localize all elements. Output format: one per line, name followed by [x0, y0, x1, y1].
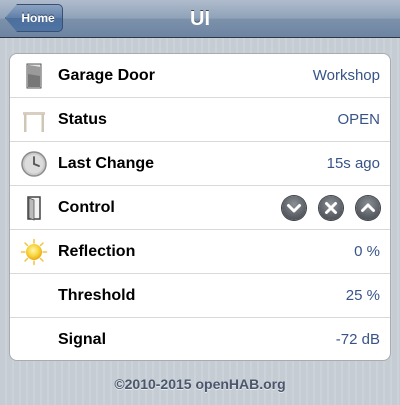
sun-icon — [20, 238, 48, 266]
navigation-bar: Home UI — [0, 0, 400, 38]
list-item-reflection[interactable]: Reflection 0 % — [10, 230, 390, 274]
list-item-last-change[interactable]: Last Change 15s ago — [10, 142, 390, 186]
list-item-garage-door[interactable]: Garage Door Workshop — [10, 54, 390, 98]
door-icon — [20, 194, 48, 222]
item-value: 25 % — [345, 287, 380, 304]
footer-copyright: ©2010-2015 openHAB.org — [114, 376, 286, 392]
item-value: Workshop — [312, 67, 380, 84]
item-label: Control — [58, 199, 115, 216]
item-value: -72 dB — [335, 331, 380, 348]
stop-button[interactable] — [319, 196, 343, 220]
chevron-up-icon — [361, 203, 375, 212]
clock-icon — [20, 150, 48, 178]
item-list: Garage Door Workshop Status OPEN Last Ch… — [9, 53, 391, 361]
list-item-status[interactable]: Status OPEN — [10, 98, 390, 142]
item-label: Last Change — [58, 155, 155, 172]
item-label: Status — [58, 111, 107, 128]
item-label: Garage Door — [58, 67, 155, 84]
item-value: 15s ago — [326, 155, 380, 172]
item-value: 0 % — [354, 243, 380, 260]
item-value: OPEN — [337, 111, 380, 128]
up-button[interactable] — [356, 196, 380, 220]
list-item-control: Control — [10, 186, 390, 230]
item-label: Threshold — [58, 287, 136, 304]
item-label: Signal — [58, 331, 107, 348]
stop-icon — [325, 202, 337, 214]
list-item-signal[interactable]: Signal -72 dB — [10, 318, 390, 360]
item-label: Reflection — [58, 243, 136, 260]
chevron-down-icon — [287, 204, 301, 213]
down-button[interactable] — [282, 196, 306, 220]
page-title: UI — [190, 8, 210, 30]
list-item-threshold[interactable]: Threshold 25 % — [10, 274, 390, 318]
gate-open-icon — [20, 106, 48, 134]
garage-door-icon — [20, 62, 48, 90]
